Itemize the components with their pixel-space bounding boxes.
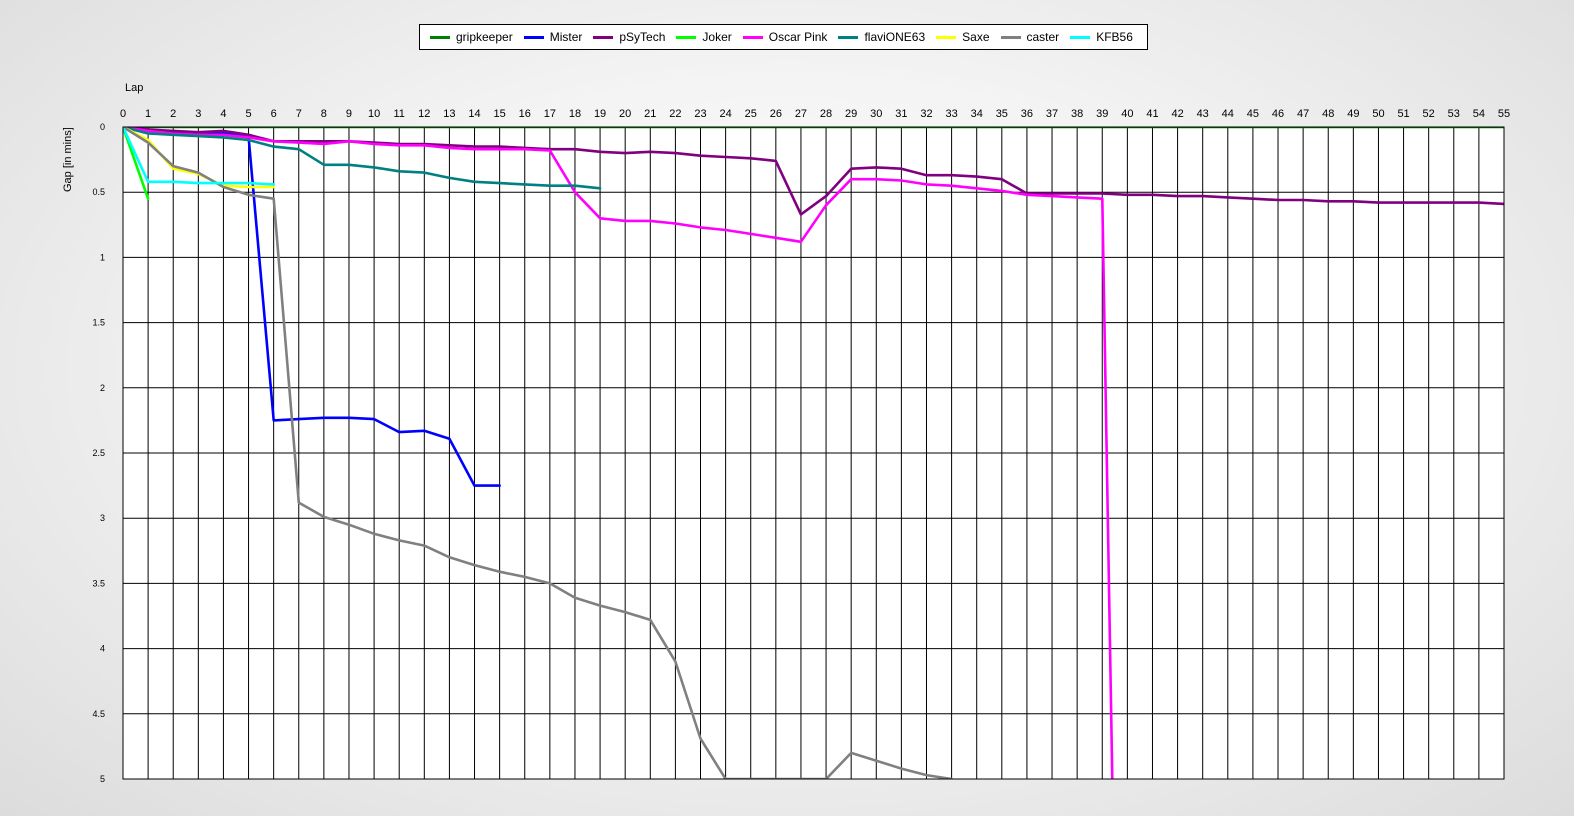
x-tick-label: 44: [1222, 108, 1234, 120]
x-tick-label: 40: [1121, 108, 1133, 120]
x-tick-label: 3: [195, 108, 201, 120]
x-tick-label: 17: [544, 108, 556, 120]
x-tick-label: 26: [770, 108, 782, 120]
x-tick-label: 53: [1448, 108, 1460, 120]
x-tick-label: 24: [719, 108, 731, 120]
x-tick-label: 34: [971, 108, 983, 120]
y-tick-label: 0.5: [92, 187, 105, 197]
x-tick-label: 31: [895, 108, 907, 120]
x-tick-label: 30: [870, 108, 882, 120]
x-tick-label: 19: [594, 108, 606, 120]
y-tick-label: 4.5: [92, 709, 105, 719]
chart-area: gripkeeper Mister pSyTech Joker Oscar Pink fl…: [0, 0, 1574, 816]
x-tick-label: 49: [1347, 108, 1359, 120]
x-tick-label: 55: [1498, 108, 1510, 120]
x-tick-label: 10: [368, 108, 380, 120]
x-tick-label: 4: [220, 108, 226, 120]
x-tick-label: 38: [1071, 108, 1083, 120]
x-tick-label: 47: [1297, 108, 1309, 120]
x-tick-label: 18: [569, 108, 581, 120]
y-tick-label: 3: [100, 513, 105, 523]
x-tick-label: 16: [519, 108, 531, 120]
x-tick-label: 21: [644, 108, 656, 120]
y-tick-label: 2.5: [92, 448, 105, 458]
x-tick-label: 35: [996, 108, 1008, 120]
x-tick-label: 39: [1096, 108, 1108, 120]
x-tick-label: 52: [1423, 108, 1435, 120]
x-tick-label: 27: [795, 108, 807, 120]
x-tick-label: 22: [669, 108, 681, 120]
x-tick-label: 37: [1046, 108, 1058, 120]
x-tick-label: 32: [920, 108, 932, 120]
x-tick-label: 28: [820, 108, 832, 120]
x-tick-label: 29: [845, 108, 857, 120]
x-tick-label: 2: [170, 108, 176, 120]
x-tick-label: 0: [120, 108, 126, 120]
y-tick-label: 2: [100, 383, 105, 393]
x-tick-label: 43: [1197, 108, 1209, 120]
x-tick-label: 45: [1247, 108, 1259, 120]
x-tick-label: 41: [1146, 108, 1158, 120]
x-tick-label: 48: [1322, 108, 1334, 120]
x-tick-label: 33: [945, 108, 957, 120]
y-tick-label: 1: [100, 252, 105, 262]
y-tick-label: 1.5: [92, 318, 105, 328]
y-tick-label: 3.5: [92, 578, 105, 588]
x-tick-label: 54: [1473, 108, 1485, 120]
x-tick-label: 20: [619, 108, 631, 120]
x-tick-label: 7: [296, 108, 302, 120]
x-tick-label: 6: [271, 108, 277, 120]
x-tick-label: 25: [745, 108, 757, 120]
x-tick-label: 13: [443, 108, 455, 120]
x-tick-label: 14: [468, 108, 480, 120]
x-tick-label: 50: [1372, 108, 1384, 120]
x-tick-label: 36: [1021, 108, 1033, 120]
x-tick-label: 51: [1397, 108, 1409, 120]
y-tick-label: 5: [100, 774, 105, 784]
y-tick-label: 4: [100, 644, 105, 654]
x-tick-label: 9: [346, 108, 352, 120]
x-tick-label: 42: [1171, 108, 1183, 120]
x-tick-label: 15: [494, 108, 506, 120]
x-tick-label: 23: [694, 108, 706, 120]
x-tick-label: 1: [145, 108, 151, 120]
x-tick-label: 8: [321, 108, 327, 120]
x-tick-label: 12: [418, 108, 430, 120]
y-tick-label: 0: [100, 122, 105, 132]
x-tick-label: 5: [245, 108, 251, 120]
x-tick-label: 11: [393, 108, 404, 120]
x-tick-label: 46: [1272, 108, 1284, 120]
line-chart: 0 1 2 3 4 5 6 7 8 9 10 11 12 13 14 15 16 17 18 19 20 21 22 23 24…: [92, 108, 1510, 784]
